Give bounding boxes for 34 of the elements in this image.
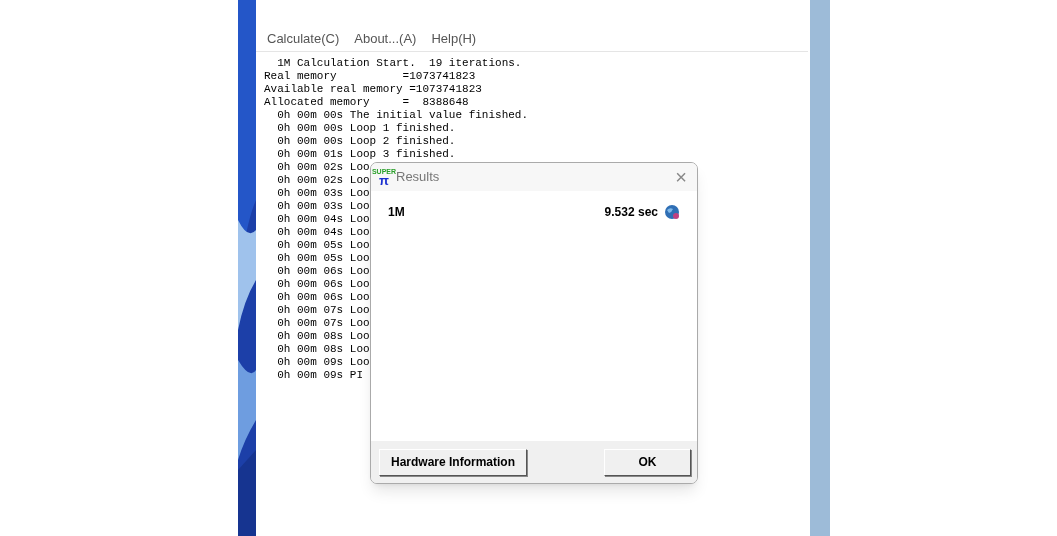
log-line: 0h 00m 01s Loop 3 finished. xyxy=(276,147,456,161)
log-line: 0h 00m 02s Loo xyxy=(276,160,370,174)
log-line: Real memory =1073741823 xyxy=(264,69,476,83)
hardware-information-button[interactable]: Hardware Information xyxy=(379,448,527,476)
log-line: 0h 00m 02s Loo xyxy=(276,173,370,187)
log-line: 0h 00m 00s Loop 2 finished. xyxy=(276,134,456,148)
log-line: 0h 00m 04s Loo xyxy=(276,212,370,226)
menu-item[interactable]: Help(H) xyxy=(431,29,477,49)
log-line: 0h 00m 00s The initial value finished. xyxy=(276,108,529,122)
log-line: 0h 00m 08s Loo xyxy=(276,342,370,356)
log-line: Allocated memory = 8388648 xyxy=(264,95,469,109)
globe-icon xyxy=(664,204,680,220)
log-line: 0h 00m 07s Loo xyxy=(276,316,370,330)
log-line: 0h 00m 06s Loo xyxy=(276,264,370,278)
log-line: 0h 00m 06s Loo xyxy=(276,277,370,291)
menu-item[interactable]: About...(A) xyxy=(354,29,417,49)
log-line: 0h 00m 08s Loo xyxy=(276,329,370,343)
log-line: 0h 00m 07s Loo xyxy=(276,303,370,317)
result-label: 1M xyxy=(388,204,405,221)
log-line: 1M Calculation Start. 19 iterations. xyxy=(276,56,522,70)
log-line: 0h 00m 00s Loop 1 finished. xyxy=(276,121,456,135)
log-line: 0h 00m 09s PI xyxy=(276,368,364,382)
log-line: 0h 00m 06s Loo xyxy=(276,290,370,304)
log-line: 0h 00m 04s Loo xyxy=(276,225,370,239)
log-line: Available real memory =1073741823 xyxy=(264,82,482,96)
log-line: 0h 00m 03s Loo xyxy=(276,199,370,213)
result-time: 9.532 sec xyxy=(604,204,658,221)
log-line: 0h 00m 05s Loo xyxy=(276,238,370,252)
dialog-title: Results xyxy=(396,168,440,187)
log-line: 0h 00m 03s Loo xyxy=(276,186,370,200)
ok-button[interactable]: OK xyxy=(604,448,691,476)
log-line: 0h 00m 05s Loo xyxy=(276,251,370,265)
log-line: 0h 00m 09s Loo xyxy=(276,355,370,369)
menu-item[interactable]: Calculate(C) xyxy=(267,29,340,49)
